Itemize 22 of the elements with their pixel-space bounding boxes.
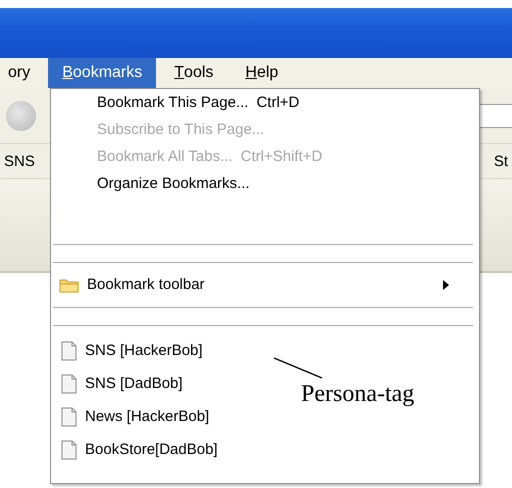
annotation-label: Persona-tag [301,381,414,408]
leader-line [273,357,323,379]
page-icon [61,440,77,460]
page-icon [61,406,77,426]
submenu-arrow-icon [443,280,449,290]
address-field[interactable] [477,104,512,128]
menu-title[interactable]: Help [231,58,292,88]
menu-title[interactable]: Tools [160,58,228,88]
menu-item[interactable]: Bookmark This Page... Ctrl+D [53,89,479,116]
menu-item[interactable]: Organize Bookmarks... [53,170,479,197]
folder-icon [59,276,79,292]
bookmark-link[interactable]: St [490,152,512,170]
menu-title[interactable]: ory [6,58,44,88]
bookmark-menu-item[interactable]: SNS [DadBob] [53,367,189,400]
page-icon [61,374,77,394]
bookmark-link[interactable]: SNS [0,152,39,170]
bookmark-menu-item[interactable]: News [HackerBob] [53,400,216,433]
menu-title[interactable]: Bookmarks [48,58,156,88]
bookmark-menu-item[interactable]: BookStore[DadBob] [53,433,224,466]
bookmark-menu-item[interactable]: SNS [HackerBob] [53,334,209,367]
folder-menu-item[interactable]: Bookmark toolbar [53,271,479,298]
page-icon [61,340,77,360]
